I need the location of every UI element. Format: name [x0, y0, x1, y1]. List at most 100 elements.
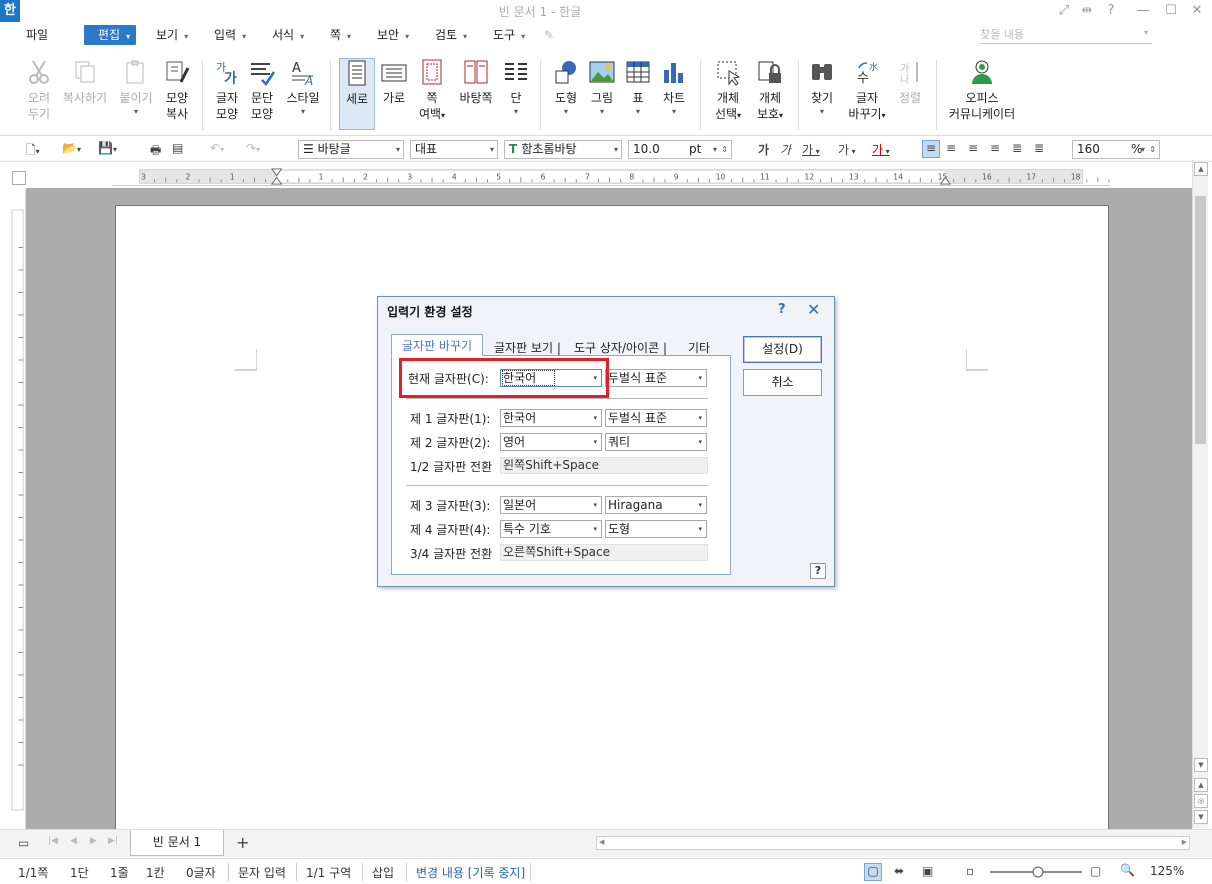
language-select[interactable]: 대표 ▾ [410, 140, 498, 159]
undo-icon[interactable]: ↶▾ [210, 141, 224, 157]
width-view-icon[interactable]: ⬌ [894, 864, 904, 880]
new-document-icon[interactable]: 🗋▾ [26, 141, 40, 157]
center-align-icon[interactable]: ≡ [968, 141, 978, 157]
menu-security[interactable]: 보안 ▾ [377, 25, 409, 45]
keyboard2-layout-select[interactable]: 쿼티 ▾ [605, 433, 707, 451]
split-align-icon[interactable]: ≣ [1034, 141, 1044, 157]
picture-button[interactable]: 그림 ▾ [588, 58, 616, 118]
font-color-button[interactable]: 가 ▾ [872, 141, 890, 157]
horizontal-scrollbar[interactable]: ◀ ▶ [596, 836, 1190, 850]
add-tab-icon[interactable]: + [236, 833, 249, 852]
format-copy-button[interactable]: 모양 복사 [162, 58, 192, 122]
paste-button[interactable]: 붙이기 ▾ [118, 58, 154, 118]
vertical-scrollbar[interactable]: ▲ ▼ ▲ ◎ ▼ [1192, 160, 1208, 828]
next-page-icon[interactable]: ▼ [1194, 810, 1208, 824]
tab-first-icon[interactable]: |◀ [48, 836, 58, 852]
status-insert-mode[interactable]: 삽입 [372, 864, 394, 881]
sort-button[interactable]: 가나 정렬 [896, 58, 924, 106]
tab-list-icon[interactable]: ▭ [18, 836, 29, 852]
pin-icon[interactable]: ✎ [544, 25, 554, 45]
scroll-right-icon[interactable]: ▶ [1182, 838, 1187, 846]
distribute-align-icon[interactable]: ≣ [1012, 141, 1022, 157]
copy-button[interactable]: 복사하기 [62, 58, 108, 106]
columns-button[interactable]: 단 ▾ [502, 58, 530, 118]
find-button[interactable]: 찾기 ▾ [808, 58, 836, 118]
keyboard1-select[interactable]: 한국어 ▾ [500, 409, 602, 427]
replace-button[interactable]: 수水 글자 바꾸기▾ [846, 58, 888, 124]
horizontal-ruler[interactable]: 3 2 1 1 2 3 4 5 6 7 8 9 10 11 12 13 14 15 16 17 18 [112, 168, 1110, 186]
shape-button[interactable]: 도형 ▾ [550, 58, 582, 118]
close-icon[interactable]: ✕ [807, 300, 820, 319]
print-icon[interactable]: 🖶 [150, 141, 161, 157]
zoom-out-icon[interactable]: ▫ [966, 864, 974, 880]
tab-prev-icon[interactable]: ◀ [70, 836, 77, 852]
fullscreen-icon[interactable]: ⤢ [1053, 2, 1075, 20]
horizontal-page-button[interactable]: 가로 [379, 58, 409, 106]
help-icon[interactable]: ? [778, 302, 786, 317]
status-track-changes[interactable]: 변경 내용 [기록 중지] [416, 864, 525, 881]
bold-button[interactable]: 가 [758, 141, 769, 157]
style-button[interactable]: AA 스타일 ▾ [284, 58, 322, 118]
prev-page-icon[interactable]: ▲ [1194, 778, 1208, 792]
font-size-input[interactable]: 10.0 pt ▾ ⇕ [628, 140, 732, 159]
page-margin-button[interactable]: 쪽 여백▾ [416, 58, 448, 124]
switch34-field[interactable]: 오른쪽Shift+Space [500, 544, 708, 561]
magnifier-icon[interactable]: 🔍 [1120, 863, 1135, 879]
vertical-page-button[interactable]: 세로 [339, 58, 375, 130]
menu-file[interactable]: 파일 [26, 25, 48, 45]
left-align-icon[interactable]: ≡ [946, 141, 956, 157]
keyboard1-layout-select[interactable]: 두벌식 표준 ▾ [605, 409, 707, 427]
help-icon[interactable]: ? [1100, 2, 1122, 20]
open-folder-icon[interactable]: 📂▾ [62, 141, 81, 157]
status-zoom[interactable]: 125% [1150, 864, 1184, 878]
table-button[interactable]: 표 ▾ [624, 58, 652, 118]
master-page-button[interactable]: 바탕쪽 [456, 58, 496, 106]
minimize-icon[interactable]: — [1132, 2, 1154, 20]
char-shape-button[interactable]: 가가 글자 모양 [212, 58, 242, 122]
menu-view[interactable]: 보기 ▾ [156, 25, 188, 45]
scroll-up-icon[interactable]: ▲ [1194, 162, 1208, 176]
zoom-slider[interactable] [988, 866, 1084, 878]
set-button[interactable]: 설정(D) [743, 336, 822, 363]
cancel-button[interactable]: 취소 [743, 369, 822, 396]
keyboard3-layout-select[interactable]: Hiragana ▾ [605, 496, 707, 514]
close-icon[interactable]: ✕ [1186, 2, 1208, 20]
chart-button[interactable]: 차트 ▾ [660, 58, 688, 118]
tab-last-icon[interactable]: ▶| [108, 836, 118, 852]
style-select[interactable]: ☰ 바탕글 ▾ [298, 140, 404, 159]
page-view-icon[interactable]: ▢ [864, 863, 882, 881]
current-layout-select[interactable]: 두벌식 표준 ▾ [605, 369, 707, 387]
full-view-icon[interactable]: ▣ [922, 864, 933, 880]
scroll-left-icon[interactable]: ◀ [599, 838, 604, 846]
office-communicator-button[interactable]: 오피스 커뮤니케이터 [946, 58, 1018, 122]
preview-icon[interactable]: ▤ [172, 141, 183, 157]
object-select-button[interactable]: 개체 선택▾ [710, 58, 746, 124]
spinner-icon[interactable]: ⇕ [721, 141, 728, 158]
menu-format[interactable]: 서식 ▾ [272, 25, 304, 45]
scroll-thumb[interactable] [1195, 196, 1206, 444]
status-page[interactable]: 1/1쪽 [18, 864, 48, 881]
object-protect-button[interactable]: 개체 보호▾ [752, 58, 788, 124]
justify-align-icon[interactable]: ≡ [922, 140, 940, 158]
menu-edit[interactable]: 편집 ▾ [84, 25, 137, 45]
page-select-icon[interactable]: ◎ [1194, 794, 1208, 808]
zoom-input[interactable]: 160% ▾ ⇕ [1072, 140, 1160, 159]
tab-next-icon[interactable]: ▶ [90, 836, 97, 852]
save-icon[interactable]: 💾▾ [98, 141, 117, 157]
font-select[interactable]: T 함초롬바탕 ▾ [504, 140, 622, 159]
right-align-icon[interactable]: ≡ [990, 141, 1000, 157]
tab-switch-keyboard[interactable]: 글자판 바꾸기 [391, 334, 484, 356]
menu-review[interactable]: 검토 ▾ [435, 25, 467, 45]
split-icon[interactable]: ⇹ [1076, 2, 1098, 20]
search-input[interactable]: 찾을 내용 ▾ [978, 26, 1152, 44]
question-icon[interactable]: ? [810, 563, 826, 579]
char-spacing-button[interactable]: 가 ▾ [838, 141, 856, 157]
switch12-field[interactable]: 왼쪽Shift+Space [500, 457, 708, 474]
keyboard4-layout-select[interactable]: 도형 ▾ [605, 520, 707, 538]
menu-tools[interactable]: 도구 ▾ [493, 25, 525, 45]
maximize-icon[interactable]: ☐ [1160, 2, 1182, 20]
tab-document[interactable]: 빈 문서 1 [130, 830, 224, 856]
scroll-down-icon[interactable]: ▼ [1194, 758, 1208, 772]
underline-button[interactable]: 가 ▾ [802, 141, 820, 157]
vertical-ruler[interactable] [10, 190, 26, 830]
